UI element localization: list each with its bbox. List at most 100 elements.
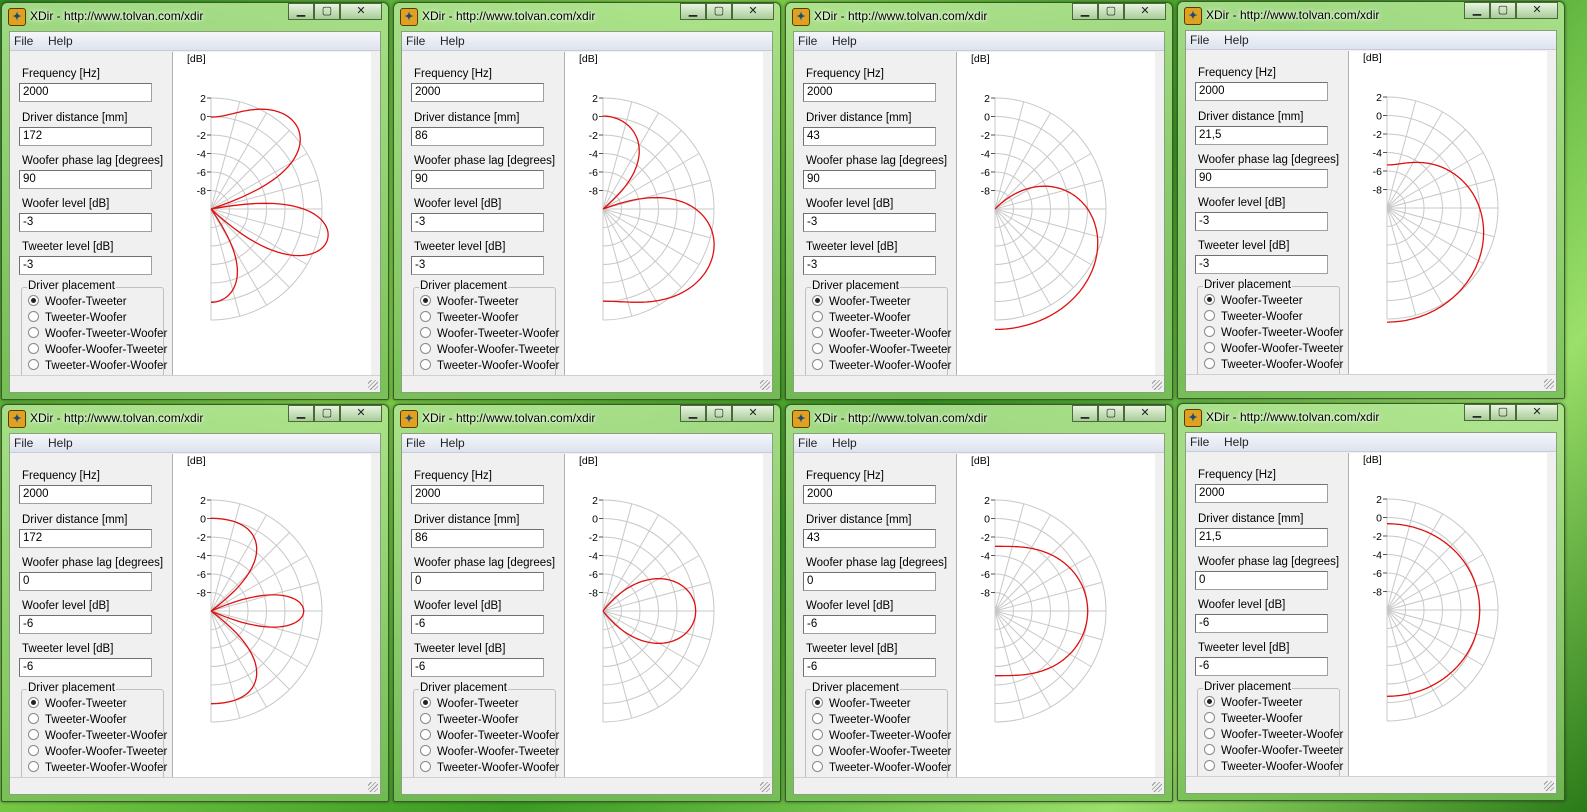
radio-button-icon[interactable]: [812, 729, 823, 740]
close-button[interactable]: ✕: [732, 405, 774, 422]
distance-input[interactable]: 43: [803, 529, 936, 548]
phase-input[interactable]: 0: [1195, 571, 1328, 590]
menu-help[interactable]: Help: [1224, 435, 1249, 449]
title-bar[interactable]: ✦ XDir - http://www.tolvan.com/xdir ▁ ▢ …: [394, 3, 780, 29]
radio-button-icon[interactable]: [420, 343, 431, 354]
phase-input[interactable]: 90: [803, 170, 936, 189]
radio-button-icon[interactable]: [812, 295, 823, 306]
placement-radio[interactable]: Tweeter-Woofer: [1204, 310, 1303, 323]
placement-radio[interactable]: Woofer-Tweeter: [1204, 294, 1303, 307]
placement-radio[interactable]: Tweeter-Woofer: [812, 311, 911, 324]
phase-input[interactable]: 0: [411, 572, 544, 591]
radio-button-icon[interactable]: [420, 729, 431, 740]
close-button[interactable]: ✕: [1124, 3, 1166, 20]
resize-grip[interactable]: [1152, 782, 1162, 792]
woofer-level-input[interactable]: -6: [19, 615, 152, 634]
minimize-button[interactable]: ▁: [288, 405, 314, 422]
placement-radio[interactable]: Woofer-Tweeter: [420, 697, 519, 710]
radio-button-icon[interactable]: [1204, 728, 1215, 739]
woofer-level-input[interactable]: -3: [803, 213, 936, 232]
placement-radio[interactable]: Woofer-Tweeter: [812, 697, 911, 710]
menu-help[interactable]: Help: [48, 436, 73, 450]
placement-radio[interactable]: Woofer-Woofer-Tweeter: [420, 745, 559, 758]
distance-input[interactable]: 172: [19, 127, 152, 146]
menu-file[interactable]: File: [406, 34, 425, 48]
minimize-button[interactable]: ▁: [1464, 2, 1490, 19]
placement-radio[interactable]: Woofer-Woofer-Tweeter: [420, 343, 559, 356]
distance-input[interactable]: 21,5: [1195, 528, 1328, 547]
menu-file[interactable]: File: [798, 34, 817, 48]
minimize-button[interactable]: ▁: [1072, 3, 1098, 20]
radio-button-icon[interactable]: [420, 327, 431, 338]
close-button[interactable]: ✕: [732, 3, 774, 20]
menu-help[interactable]: Help: [832, 34, 857, 48]
xdir-window[interactable]: ✦ XDir - http://www.tolvan.com/xdir ▁ ▢ …: [785, 404, 1173, 802]
minimize-button[interactable]: ▁: [680, 405, 706, 422]
placement-radio[interactable]: Woofer-Tweeter-Woofer: [1204, 326, 1343, 339]
tweeter-level-input[interactable]: -3: [411, 256, 544, 275]
placement-radio[interactable]: Woofer-Woofer-Tweeter: [1204, 342, 1343, 355]
resize-grip[interactable]: [1544, 781, 1554, 791]
placement-radio[interactable]: Woofer-Tweeter-Woofer: [420, 327, 559, 340]
distance-input[interactable]: 86: [411, 127, 544, 146]
radio-button-icon[interactable]: [812, 343, 823, 354]
placement-radio[interactable]: Woofer-Woofer-Tweeter: [812, 745, 951, 758]
app-icon[interactable]: ✦: [1184, 409, 1202, 427]
menu-file[interactable]: File: [798, 436, 817, 450]
radio-button-icon[interactable]: [28, 729, 39, 740]
radio-button-icon[interactable]: [812, 697, 823, 708]
frequency-input[interactable]: 2000: [1195, 82, 1328, 101]
placement-radio[interactable]: Tweeter-Woofer: [812, 713, 911, 726]
woofer-level-input[interactable]: -3: [1195, 212, 1328, 231]
tweeter-level-input[interactable]: -3: [19, 256, 152, 275]
title-bar[interactable]: ✦ XDir - http://www.tolvan.com/xdir ▁ ▢ …: [1178, 2, 1564, 28]
radio-button-icon[interactable]: [420, 311, 431, 322]
distance-input[interactable]: 172: [19, 529, 152, 548]
placement-radio[interactable]: Tweeter-Woofer: [420, 311, 519, 324]
xdir-window[interactable]: ✦ XDir - http://www.tolvan.com/xdir ▁ ▢ …: [1, 404, 389, 802]
placement-radio[interactable]: Woofer-Tweeter: [28, 697, 127, 710]
app-icon[interactable]: ✦: [8, 410, 26, 428]
maximize-button[interactable]: ▢: [1098, 405, 1124, 422]
frequency-input[interactable]: 2000: [19, 83, 152, 102]
placement-radio[interactable]: Woofer-Tweeter-Woofer: [812, 327, 951, 340]
phase-input[interactable]: 0: [803, 572, 936, 591]
xdir-window[interactable]: ✦ XDir - http://www.tolvan.com/xdir ▁ ▢ …: [1177, 403, 1565, 801]
placement-radio[interactable]: Woofer-Woofer-Tweeter: [28, 343, 167, 356]
placement-radio[interactable]: Woofer-Tweeter-Woofer: [420, 729, 559, 742]
radio-button-icon[interactable]: [28, 697, 39, 708]
placement-radio[interactable]: Tweeter-Woofer-Woofer: [28, 761, 167, 774]
minimize-button[interactable]: ▁: [1464, 404, 1490, 421]
app-icon[interactable]: ✦: [1184, 7, 1202, 25]
frequency-input[interactable]: 2000: [1195, 484, 1328, 503]
distance-input[interactable]: 86: [411, 529, 544, 548]
close-button[interactable]: ✕: [340, 405, 382, 422]
menu-file[interactable]: File: [1190, 435, 1209, 449]
radio-button-icon[interactable]: [812, 745, 823, 756]
frequency-input[interactable]: 2000: [19, 485, 152, 504]
placement-radio[interactable]: Woofer-Tweeter-Woofer: [812, 729, 951, 742]
placement-radio[interactable]: Tweeter-Woofer-Woofer: [420, 761, 559, 774]
placement-radio[interactable]: Woofer-Tweeter-Woofer: [28, 729, 167, 742]
phase-input[interactable]: 90: [411, 170, 544, 189]
radio-button-icon[interactable]: [1204, 712, 1215, 723]
xdir-window[interactable]: ✦ XDir - http://www.tolvan.com/xdir ▁ ▢ …: [785, 2, 1173, 400]
placement-radio[interactable]: Tweeter-Woofer-Woofer: [1204, 358, 1343, 371]
frequency-input[interactable]: 2000: [411, 485, 544, 504]
title-bar[interactable]: ✦ XDir - http://www.tolvan.com/xdir ▁ ▢ …: [1178, 404, 1564, 430]
radio-button-icon[interactable]: [28, 327, 39, 338]
tweeter-level-input[interactable]: -3: [1195, 255, 1328, 274]
menu-file[interactable]: File: [406, 436, 425, 450]
title-bar[interactable]: ✦ XDir - http://www.tolvan.com/xdir ▁ ▢ …: [786, 3, 1172, 29]
minimize-button[interactable]: ▁: [288, 3, 314, 20]
frequency-input[interactable]: 2000: [803, 485, 936, 504]
woofer-level-input[interactable]: -3: [19, 213, 152, 232]
radio-button-icon[interactable]: [1204, 310, 1215, 321]
maximize-button[interactable]: ▢: [1098, 3, 1124, 20]
maximize-button[interactable]: ▢: [314, 3, 340, 20]
radio-button-icon[interactable]: [1204, 294, 1215, 305]
menu-help[interactable]: Help: [1224, 33, 1249, 47]
app-icon[interactable]: ✦: [792, 410, 810, 428]
radio-button-icon[interactable]: [28, 311, 39, 322]
resize-grip[interactable]: [1544, 379, 1554, 389]
